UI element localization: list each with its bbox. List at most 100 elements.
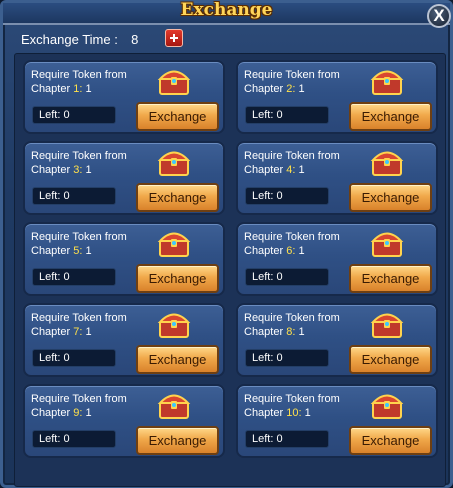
requirement-text: Require Token from Chapter 5: 1 [31, 230, 161, 258]
chapter-label: Chapter [244, 407, 284, 419]
token-count: 1 [298, 326, 305, 338]
left-counter: Left: 0 [32, 349, 116, 367]
requirement-text: Require Token from Chapter 7: 1 [31, 311, 161, 339]
chapter-number: 10: [286, 407, 302, 419]
left-label: Left: [39, 109, 61, 121]
left-counter: Left: 0 [32, 106, 116, 124]
left-value: 0 [63, 352, 70, 364]
left-counter: Left: 0 [245, 268, 329, 286]
left-value: 0 [63, 109, 70, 121]
exchange-time-value: 8 [131, 32, 139, 47]
left-value: 0 [63, 433, 70, 445]
window-title: Exchange [180, 0, 273, 20]
treasure-chest-icon [157, 313, 191, 338]
left-label: Left: [252, 190, 274, 202]
exchange-button[interactable]: Exchange [349, 264, 432, 293]
chapter-number: 2: [286, 83, 296, 95]
chapter-label: Chapter [31, 326, 71, 338]
requirement-text: Require Token from Chapter 4: 1 [244, 149, 374, 177]
left-counter: Left: 0 [245, 430, 329, 448]
title-bar: Exchange [3, 0, 450, 25]
left-label: Left: [39, 433, 61, 445]
exchange-button[interactable]: Exchange [136, 426, 219, 455]
left-counter: Left: 0 [32, 187, 116, 205]
chapter-label: Chapter [244, 164, 284, 176]
exchange-button[interactable]: Exchange [136, 264, 219, 293]
treasure-chest-icon [157, 394, 191, 419]
left-counter: Left: 0 [245, 106, 329, 124]
requirement-text: Require Token from Chapter 8: 1 [244, 311, 374, 339]
token-count: 1 [298, 164, 305, 176]
left-label: Left: [252, 271, 274, 283]
left-value: 0 [276, 190, 283, 202]
requirement-label: Require Token from [244, 69, 340, 81]
requirement-label: Require Token from [31, 393, 127, 405]
left-counter: Left: 0 [245, 187, 329, 205]
exchange-card: Require Token from Chapter 3: 1 Left: 0 … [23, 141, 225, 215]
exchange-button[interactable]: Exchange [136, 345, 219, 374]
chapter-number: 3: [73, 164, 83, 176]
exchange-card: Require Token from Chapter 7: 1 Left: 0 … [23, 303, 225, 377]
treasure-chest-icon [370, 151, 404, 176]
chapter-label: Chapter [244, 83, 284, 95]
chapter-label: Chapter [31, 407, 71, 419]
left-counter: Left: 0 [32, 268, 116, 286]
chapter-label: Chapter [31, 245, 71, 257]
exchange-button[interactable]: Exchange [349, 102, 432, 131]
requirement-label: Require Token from [31, 69, 127, 81]
token-count: 1 [85, 407, 92, 419]
left-value: 0 [63, 190, 70, 202]
requirement-text: Require Token from Chapter 1: 1 [31, 68, 161, 96]
close-icon[interactable]: X [427, 4, 451, 28]
left-value: 0 [276, 271, 283, 283]
requirement-text: Require Token from Chapter 10: 1 [244, 392, 374, 420]
exchange-card: Require Token from Chapter 1: 1 Left: 0 … [23, 60, 225, 134]
exchange-button[interactable]: Exchange [349, 345, 432, 374]
chapter-number: 7: [73, 326, 83, 338]
plus-icon[interactable] [165, 29, 183, 47]
requirement-label: Require Token from [244, 150, 340, 162]
exchange-card: Require Token from Chapter 6: 1 Left: 0 … [236, 222, 438, 296]
left-counter: Left: 0 [245, 349, 329, 367]
left-value: 0 [63, 271, 70, 283]
exchange-list: Require Token from Chapter 1: 1 Left: 0 … [14, 53, 446, 487]
token-count: 1 [85, 164, 92, 176]
left-label: Left: [252, 352, 274, 364]
chapter-label: Chapter [244, 245, 284, 257]
chapter-number: 9: [73, 407, 83, 419]
treasure-chest-icon [157, 151, 191, 176]
requirement-label: Require Token from [31, 150, 127, 162]
left-label: Left: [252, 433, 274, 445]
left-counter: Left: 0 [32, 430, 116, 448]
exchange-button[interactable]: Exchange [136, 183, 219, 212]
left-label: Left: [39, 190, 61, 202]
chapter-label: Chapter [31, 83, 71, 95]
requirement-text: Require Token from Chapter 6: 1 [244, 230, 374, 258]
exchange-card: Require Token from Chapter 4: 1 Left: 0 … [236, 141, 438, 215]
requirement-text: Require Token from Chapter 2: 1 [244, 68, 374, 96]
treasure-chest-icon [370, 70, 404, 95]
left-value: 0 [276, 352, 283, 364]
treasure-chest-icon [157, 232, 191, 257]
chapter-number: 4: [286, 164, 296, 176]
treasure-chest-icon [370, 232, 404, 257]
exchange-button[interactable]: Exchange [349, 426, 432, 455]
token-count: 1 [298, 245, 305, 257]
treasure-chest-icon [370, 313, 404, 338]
exchange-window: Exchange X Exchange Time : 8 Require Tok… [0, 0, 453, 488]
exchange-time-label: Exchange Time : [21, 32, 118, 47]
left-value: 0 [276, 109, 283, 121]
chapter-number: 5: [73, 245, 83, 257]
requirement-label: Require Token from [31, 231, 127, 243]
chapter-label: Chapter [31, 164, 71, 176]
exchange-button[interactable]: Exchange [136, 102, 219, 131]
exchange-button[interactable]: Exchange [349, 183, 432, 212]
requirement-label: Require Token from [31, 312, 127, 324]
exchange-time-row: Exchange Time : 8 [21, 32, 138, 48]
treasure-chest-icon [157, 70, 191, 95]
requirement-label: Require Token from [244, 312, 340, 324]
treasure-chest-icon [370, 394, 404, 419]
token-count: 1 [85, 326, 92, 338]
token-count: 1 [298, 83, 305, 95]
left-label: Left: [39, 271, 61, 283]
